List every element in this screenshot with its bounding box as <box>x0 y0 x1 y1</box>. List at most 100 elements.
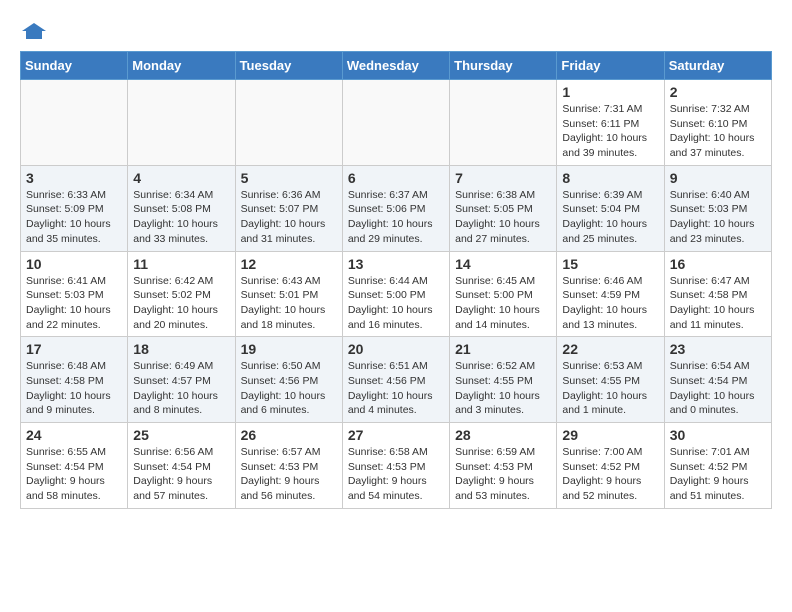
calendar-cell: 16 Sunrise: 6:47 AM Sunset: 4:58 PM Dayli… <box>664 251 771 337</box>
day-number: 4 <box>133 170 229 186</box>
day-number: 9 <box>670 170 766 186</box>
day-info: Sunrise: 6:50 AM Sunset: 4:56 PM Dayligh… <box>241 359 337 418</box>
calendar-cell: 8 Sunrise: 6:39 AM Sunset: 5:04 PM Daylig… <box>557 165 664 251</box>
day-info: Sunrise: 6:59 AM Sunset: 4:53 PM Dayligh… <box>455 445 551 504</box>
day-number: 20 <box>348 341 444 357</box>
day-info: Sunrise: 6:57 AM Sunset: 4:53 PM Dayligh… <box>241 445 337 504</box>
calendar-cell: 20 Sunrise: 6:51 AM Sunset: 4:56 PM Dayli… <box>342 337 449 423</box>
calendar-cell: 5 Sunrise: 6:36 AM Sunset: 5:07 PM Daylig… <box>235 165 342 251</box>
day-info: Sunrise: 6:37 AM Sunset: 5:06 PM Dayligh… <box>348 188 444 247</box>
calendar-cell: 12 Sunrise: 6:43 AM Sunset: 5:01 PM Dayli… <box>235 251 342 337</box>
day-info: Sunrise: 6:51 AM Sunset: 4:56 PM Dayligh… <box>348 359 444 418</box>
calendar-cell: 23 Sunrise: 6:54 AM Sunset: 4:54 PM Dayli… <box>664 337 771 423</box>
day-number: 14 <box>455 256 551 272</box>
day-number: 27 <box>348 427 444 443</box>
day-number: 8 <box>562 170 658 186</box>
day-info: Sunrise: 6:54 AM Sunset: 4:54 PM Dayligh… <box>670 359 766 418</box>
calendar-cell: 24Sunrise: 6:55 AM Sunset: 4:54 PM Dayli… <box>21 423 128 509</box>
calendar-cell: 13 Sunrise: 6:44 AM Sunset: 5:00 PM Dayli… <box>342 251 449 337</box>
day-header: Wednesday <box>342 52 449 80</box>
day-number: 16 <box>670 256 766 272</box>
day-info: Sunrise: 6:55 AM Sunset: 4:54 PM Dayligh… <box>26 445 122 504</box>
calendar-cell: 14 Sunrise: 6:45 AM Sunset: 5:00 PM Dayli… <box>450 251 557 337</box>
day-info: Sunrise: 7:32 AM Sunset: 6:10 PM Dayligh… <box>670 102 766 161</box>
calendar-cell: 25 Sunrise: 6:56 AM Sunset: 4:54 PM Dayli… <box>128 423 235 509</box>
day-header: Monday <box>128 52 235 80</box>
day-number: 23 <box>670 341 766 357</box>
calendar-week-row: 1Sunrise: 7:31 AM Sunset: 6:11 PM Daylig… <box>21 80 772 166</box>
day-info: Sunrise: 6:42 AM Sunset: 5:02 PM Dayligh… <box>133 274 229 333</box>
day-number: 22 <box>562 341 658 357</box>
day-header: Thursday <box>450 52 557 80</box>
day-info: Sunrise: 6:44 AM Sunset: 5:00 PM Dayligh… <box>348 274 444 333</box>
day-number: 18 <box>133 341 229 357</box>
day-header: Saturday <box>664 52 771 80</box>
day-info: Sunrise: 6:41 AM Sunset: 5:03 PM Dayligh… <box>26 274 122 333</box>
day-info: Sunrise: 6:45 AM Sunset: 5:00 PM Dayligh… <box>455 274 551 333</box>
day-info: Sunrise: 6:33 AM Sunset: 5:09 PM Dayligh… <box>26 188 122 247</box>
calendar-cell: 10 Sunrise: 6:41 AM Sunset: 5:03 PM Dayli… <box>21 251 128 337</box>
calendar-body: 1Sunrise: 7:31 AM Sunset: 6:11 PM Daylig… <box>21 80 772 509</box>
logo <box>20 20 52 41</box>
day-number: 7 <box>455 170 551 186</box>
calendar-table: SundayMondayTuesdayWednesdayThursdayFrid… <box>20 51 772 509</box>
calendar-week-row: 10 Sunrise: 6:41 AM Sunset: 5:03 PM Dayli… <box>21 251 772 337</box>
calendar-cell: 18 Sunrise: 6:49 AM Sunset: 4:57 PM Dayli… <box>128 337 235 423</box>
calendar-cell: 30 Sunrise: 7:01 AM Sunset: 4:52 PM Dayli… <box>664 423 771 509</box>
day-info: Sunrise: 6:49 AM Sunset: 4:57 PM Dayligh… <box>133 359 229 418</box>
calendar-cell: 27 Sunrise: 6:58 AM Sunset: 4:53 PM Dayli… <box>342 423 449 509</box>
day-header: Sunday <box>21 52 128 80</box>
day-number: 29 <box>562 427 658 443</box>
day-number: 6 <box>348 170 444 186</box>
day-info: Sunrise: 6:38 AM Sunset: 5:05 PM Dayligh… <box>455 188 551 247</box>
day-info: Sunrise: 6:52 AM Sunset: 4:55 PM Dayligh… <box>455 359 551 418</box>
page-header <box>20 20 772 41</box>
day-number: 15 <box>562 256 658 272</box>
day-number: 25 <box>133 427 229 443</box>
calendar-cell: 6 Sunrise: 6:37 AM Sunset: 5:06 PM Daylig… <box>342 165 449 251</box>
day-info: Sunrise: 7:31 AM Sunset: 6:11 PM Dayligh… <box>562 102 658 161</box>
day-info: Sunrise: 6:46 AM Sunset: 4:59 PM Dayligh… <box>562 274 658 333</box>
calendar-week-row: 24Sunrise: 6:55 AM Sunset: 4:54 PM Dayli… <box>21 423 772 509</box>
calendar-cell <box>21 80 128 166</box>
calendar-cell: 29Sunrise: 7:00 AM Sunset: 4:52 PM Dayli… <box>557 423 664 509</box>
day-number: 13 <box>348 256 444 272</box>
day-number: 30 <box>670 427 766 443</box>
day-number: 5 <box>241 170 337 186</box>
day-number: 21 <box>455 341 551 357</box>
day-number: 19 <box>241 341 337 357</box>
calendar-cell <box>450 80 557 166</box>
calendar-cell: 4 Sunrise: 6:34 AM Sunset: 5:08 PM Daylig… <box>128 165 235 251</box>
calendar-cell <box>235 80 342 166</box>
calendar-cell: 26 Sunrise: 6:57 AM Sunset: 4:53 PM Dayli… <box>235 423 342 509</box>
calendar-cell: 17 Sunrise: 6:48 AM Sunset: 4:58 PM Dayli… <box>21 337 128 423</box>
day-info: Sunrise: 6:36 AM Sunset: 5:07 PM Dayligh… <box>241 188 337 247</box>
day-number: 12 <box>241 256 337 272</box>
calendar-cell: 1Sunrise: 7:31 AM Sunset: 6:11 PM Daylig… <box>557 80 664 166</box>
day-number: 17 <box>26 341 122 357</box>
day-info: Sunrise: 6:58 AM Sunset: 4:53 PM Dayligh… <box>348 445 444 504</box>
day-header: Tuesday <box>235 52 342 80</box>
day-number: 26 <box>241 427 337 443</box>
day-info: Sunrise: 6:56 AM Sunset: 4:54 PM Dayligh… <box>133 445 229 504</box>
day-header: Friday <box>557 52 664 80</box>
day-info: Sunrise: 6:34 AM Sunset: 5:08 PM Dayligh… <box>133 188 229 247</box>
calendar-cell: 21 Sunrise: 6:52 AM Sunset: 4:55 PM Dayli… <box>450 337 557 423</box>
calendar-cell <box>342 80 449 166</box>
calendar-cell: 9Sunrise: 6:40 AM Sunset: 5:03 PM Daylig… <box>664 165 771 251</box>
day-number: 28 <box>455 427 551 443</box>
day-info: Sunrise: 6:47 AM Sunset: 4:58 PM Dayligh… <box>670 274 766 333</box>
calendar-week-row: 3Sunrise: 6:33 AM Sunset: 5:09 PM Daylig… <box>21 165 772 251</box>
calendar-cell: 2 Sunrise: 7:32 AM Sunset: 6:10 PM Daylig… <box>664 80 771 166</box>
calendar-cell: 28 Sunrise: 6:59 AM Sunset: 4:53 PM Dayli… <box>450 423 557 509</box>
day-info: Sunrise: 6:48 AM Sunset: 4:58 PM Dayligh… <box>26 359 122 418</box>
day-info: Sunrise: 7:01 AM Sunset: 4:52 PM Dayligh… <box>670 445 766 504</box>
day-number: 10 <box>26 256 122 272</box>
calendar-cell: 15 Sunrise: 6:46 AM Sunset: 4:59 PM Dayli… <box>557 251 664 337</box>
calendar-header-row: SundayMondayTuesdayWednesdayThursdayFrid… <box>21 52 772 80</box>
day-number: 11 <box>133 256 229 272</box>
day-number: 2 <box>670 84 766 100</box>
day-info: Sunrise: 6:39 AM Sunset: 5:04 PM Dayligh… <box>562 188 658 247</box>
day-info: Sunrise: 6:43 AM Sunset: 5:01 PM Dayligh… <box>241 274 337 333</box>
calendar-cell: 7 Sunrise: 6:38 AM Sunset: 5:05 PM Daylig… <box>450 165 557 251</box>
